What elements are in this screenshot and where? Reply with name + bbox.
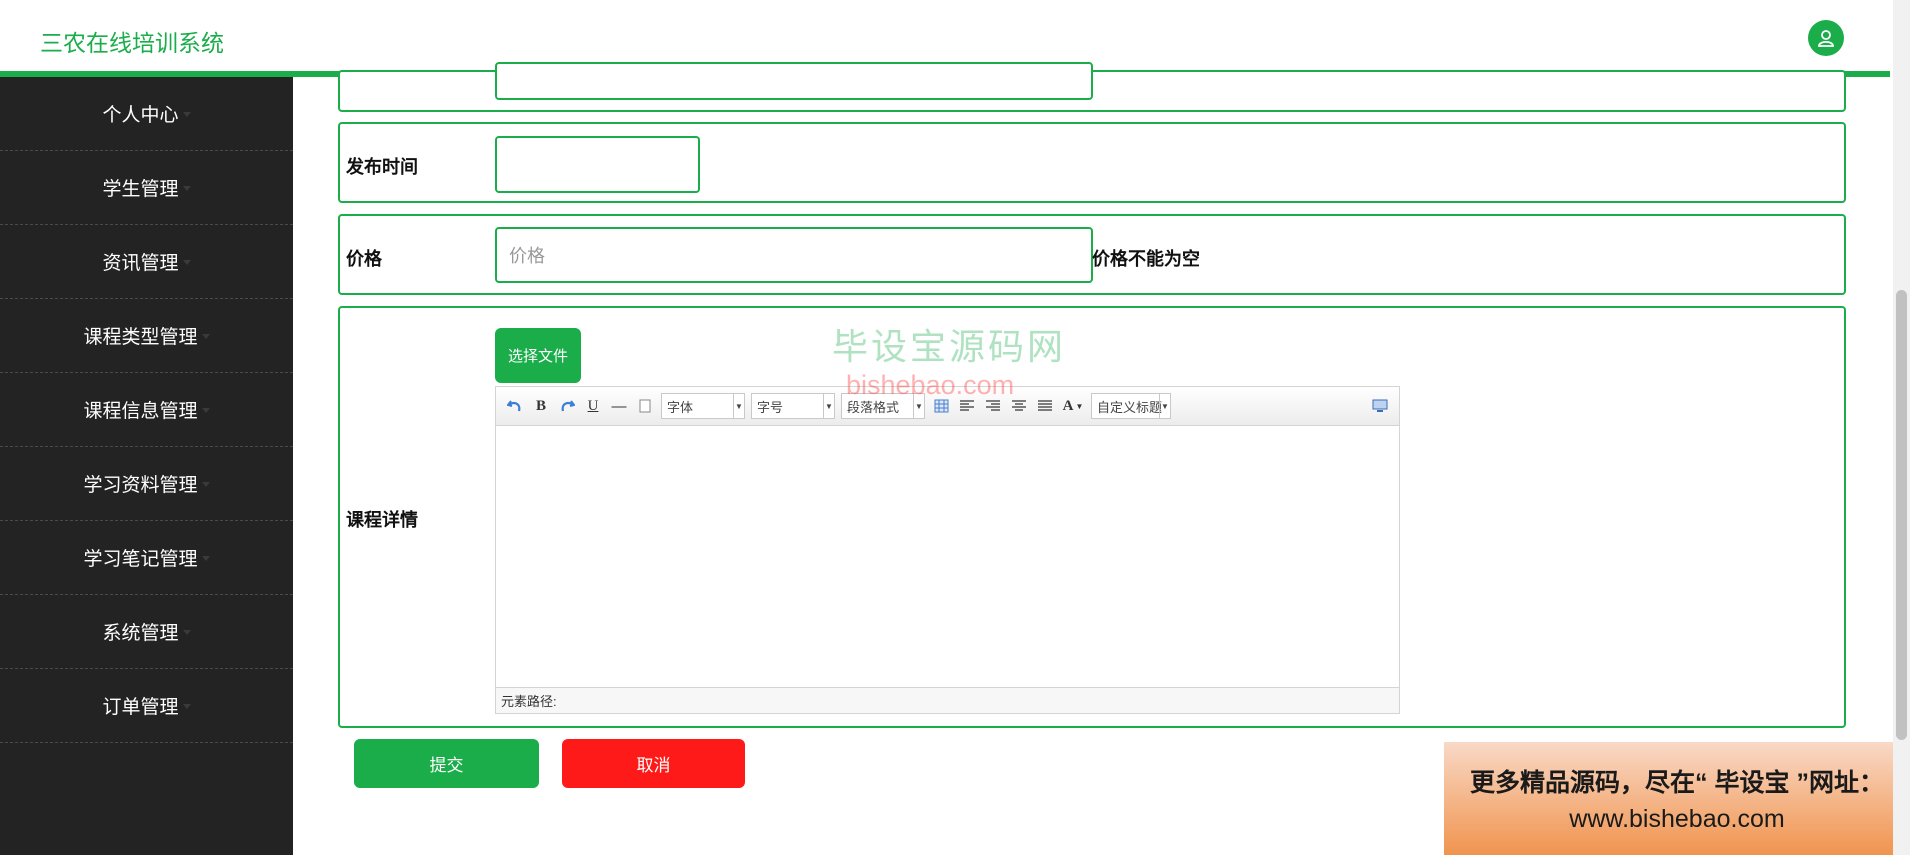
bold-icon[interactable]: B (528, 394, 554, 418)
sidebar-item-system[interactable]: 系统管理 (0, 595, 293, 669)
redo-icon[interactable] (554, 394, 580, 418)
price-error-text: 价格不能为空 (1092, 249, 1200, 269)
sidebar-item-students[interactable]: 学生管理 (0, 151, 293, 225)
font-size-select[interactable]: 字号 ▼ (751, 393, 835, 419)
dropdown-arrow-icon: ▼ (823, 394, 834, 418)
caret-down-icon (182, 704, 191, 709)
editor-status-bar: 元素路径: (496, 687, 1399, 713)
custom-title-select[interactable]: 自定义标题 ▼ (1091, 393, 1171, 419)
watermark-url: bishebao.com (846, 370, 1015, 400)
page-break-icon[interactable] (632, 394, 658, 418)
promo-banner: 更多精品源码，尽在“ 毕设宝 ”网址： www.bishebao.com (1444, 742, 1910, 855)
sidebar-item-label: 课程信息管理 (83, 401, 198, 422)
promo-line-1: 更多精品源码，尽在“ 毕设宝 ”网址： (1470, 769, 1884, 797)
sidebar-item-course-types[interactable]: 课程类型管理 (0, 299, 293, 373)
custom-title-select-label: 自定义标题 (1097, 399, 1163, 415)
rich-text-editor: B U — 字体 ▼ 字号 ▼ 段落格式 ▼ A ▼ 自定义标题 ▼ 元素路径: (495, 386, 1400, 714)
sidebar-item-study-materials[interactable]: 学习资料管理 (0, 447, 293, 521)
details-label: 课程详情 (346, 510, 418, 530)
caret-down-icon (201, 556, 210, 561)
font-family-select[interactable]: 字体 ▼ (661, 393, 745, 419)
undo-icon[interactable] (502, 394, 528, 418)
dropdown-arrow-icon: ▼ (1159, 394, 1170, 418)
dropdown-arrow-icon: ▼ (733, 394, 744, 418)
sidebar-item-news[interactable]: 资讯管理 (0, 225, 293, 299)
align-justify-icon[interactable] (1032, 394, 1058, 418)
user-avatar-icon[interactable] (1808, 20, 1844, 56)
sidebar-item-profile[interactable]: 个人中心 (0, 77, 293, 151)
sidebar-item-label: 系统管理 (102, 623, 179, 644)
partial-input[interactable] (495, 62, 1093, 100)
editor-content-area[interactable] (496, 426, 1399, 688)
sidebar-item-label: 订单管理 (102, 697, 179, 718)
caret-down-icon (201, 482, 210, 487)
sidebar-item-course-info[interactable]: 课程信息管理 (0, 373, 293, 447)
watermark-name: 毕设宝源码网 (832, 326, 1067, 367)
underline-icon[interactable]: U (580, 394, 606, 418)
form-row-partial (338, 62, 1846, 112)
sidebar-nav: 个人中心 学生管理 资讯管理 课程类型管理 课程信息管理 学习资料管理 学习笔记… (0, 77, 293, 855)
font-color-icon[interactable]: A ▼ (1058, 394, 1088, 418)
caret-down-icon (182, 112, 191, 117)
sidebar-item-orders[interactable]: 订单管理 (0, 669, 293, 743)
sidebar-item-study-notes[interactable]: 学习笔记管理 (0, 521, 293, 595)
sidebar-item-label: 个人中心 (102, 105, 179, 126)
scrollbar-thumb[interactable] (1896, 290, 1907, 740)
price-input[interactable]: 价格 (495, 227, 1093, 283)
publish-time-label: 发布时间 (346, 157, 418, 177)
horizontal-rule-icon[interactable]: — (606, 394, 632, 418)
form-row-publish-time: 发布时间 (338, 122, 1846, 203)
form-row-details: 课程详情 选择文件 B U — 字体 ▼ 字号 ▼ 段落格式 ▼ A ▼ 自定义… (338, 306, 1846, 728)
font-family-select-label: 字体 (667, 399, 694, 415)
submit-button[interactable]: 提交 (354, 739, 539, 788)
sidebar-item-label: 学习资料管理 (83, 475, 198, 496)
sidebar-item-label: 学习笔记管理 (83, 549, 198, 570)
choose-file-button[interactable]: 选择文件 (495, 328, 581, 383)
cancel-button[interactable]: 取消 (562, 739, 745, 788)
user-icon (1818, 30, 1834, 47)
sidebar-item-label: 课程类型管理 (83, 327, 198, 348)
form-row-price: 价格 价格 价格不能为空 (338, 214, 1846, 295)
font-size-select-label: 字号 (757, 399, 784, 415)
caret-down-icon (182, 260, 191, 265)
fullscreen-icon[interactable] (1367, 394, 1393, 418)
caret-down-icon (201, 334, 210, 339)
sidebar-item-label: 学生管理 (102, 179, 179, 200)
sidebar-item-label: 资讯管理 (102, 253, 179, 274)
publish-time-input[interactable] (495, 136, 700, 193)
caret-down-icon (182, 630, 191, 635)
caret-down-icon (182, 186, 191, 191)
promo-line-2: www.bishebao.com (1569, 805, 1785, 833)
app-title: 三农在线培训系统 (40, 30, 224, 56)
caret-down-icon (201, 408, 210, 413)
price-label: 价格 (346, 249, 382, 269)
